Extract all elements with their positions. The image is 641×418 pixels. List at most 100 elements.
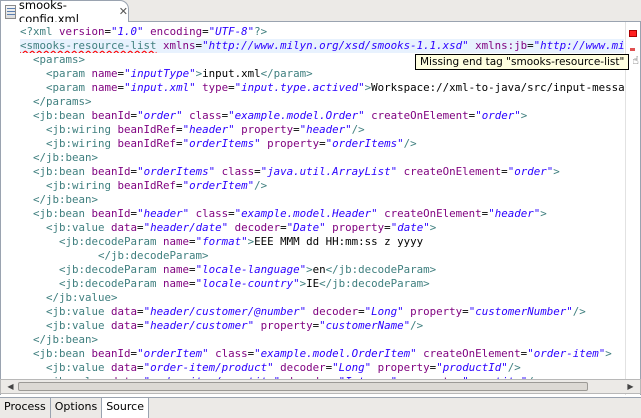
code-token: property <box>241 123 294 136</box>
code-token: "java.util.ArrayList" <box>260 165 398 178</box>
code-token: </jb:decodeParam> <box>98 249 209 262</box>
code-token: createOnElement <box>384 207 482 220</box>
error-annotation-marker[interactable] <box>630 48 635 51</box>
code-token: beanId <box>91 347 131 360</box>
code-token: decoder <box>280 361 326 374</box>
code-token: en <box>312 263 326 276</box>
code-line[interactable]: <param name="input.xml" type="input.type… <box>20 81 624 95</box>
code-line[interactable]: <jb:bean beanId="order" class="example.m… <box>20 109 624 123</box>
code-token: "header" <box>299 123 352 136</box>
code-token: </param> <box>260 67 313 80</box>
code-token: "input.xml" <box>124 81 196 94</box>
code-token: data <box>111 221 138 234</box>
tab-options[interactable]: Options <box>51 398 103 418</box>
code-line[interactable]: </jb:bean> <box>20 151 624 165</box>
code-line[interactable]: </jb:bean> <box>20 333 624 347</box>
code-token: ?> <box>254 25 268 38</box>
code-token: "header/date" <box>143 221 229 234</box>
code-line[interactable]: <jb:decodeParam name="locale-language">e… <box>20 263 624 277</box>
code-line[interactable]: </jb:bean> <box>20 193 624 207</box>
tab-process[interactable]: Process <box>0 398 51 418</box>
code-token: /> <box>351 123 365 136</box>
code-line[interactable]: <jb:bean beanId="orderItems" class="java… <box>20 165 624 179</box>
code-token: "orderItems" <box>182 137 261 150</box>
code-token: /> <box>410 319 424 332</box>
code-token: name <box>91 81 118 94</box>
code-line[interactable]: <smooks-resource-list xmlns="http://www.… <box>20 39 624 53</box>
code-token: </jb:bean> <box>33 193 99 206</box>
code-token: > <box>520 109 528 122</box>
code-line[interactable]: <jb:value data="header/customer" propert… <box>20 319 624 333</box>
code-line[interactable]: </jb:decodeParam> <box>20 249 624 263</box>
code-token: "orderItems" <box>325 137 404 150</box>
scroll-right-arrow-icon[interactable]: ▶ <box>624 381 637 392</box>
code-line[interactable]: </params> <box>20 95 624 109</box>
code-line[interactable]: <jb:value data="header/date" decoder="Da… <box>20 221 624 235</box>
code-token: > <box>605 347 612 360</box>
code-token: property <box>377 361 430 374</box>
error-marker-icon[interactable] <box>629 30 637 37</box>
code-token: /> <box>507 361 521 374</box>
code-token: <jb:wiring <box>46 137 118 150</box>
editor-tab[interactable]: smooks-config.xml ✕ <box>0 0 129 26</box>
code-token: property <box>267 137 320 150</box>
code-token: version <box>59 25 105 38</box>
code-token: "Long" <box>364 305 404 318</box>
code-line[interactable]: <jb:value data="order-item/product" deco… <box>20 361 624 375</box>
code-token: "customerNumber" <box>468 305 573 318</box>
tab-source[interactable]: Source <box>102 398 149 418</box>
code-token: class <box>221 165 255 178</box>
code-token: beanId <box>91 207 131 220</box>
close-icon[interactable]: ✕ <box>119 5 128 18</box>
code-token: input.xml <box>202 67 261 80</box>
code-token: "header" <box>182 123 235 136</box>
scrollbar-thumb[interactable] <box>18 382 588 391</box>
editor-tab-bar: smooks-config.xml ✕ <box>0 0 641 26</box>
code-token: createOnElement <box>403 165 502 178</box>
code-line[interactable]: <jb:value data="header/customer/@number"… <box>20 305 624 319</box>
code-token: data <box>111 319 138 332</box>
code-token: createOnElement <box>423 347 521 360</box>
code-line[interactable]: </jb:value> <box>20 291 624 305</box>
code-line[interactable]: <jb:decodeParam name="locale-country">IE… <box>20 277 624 291</box>
code-token: decoder <box>312 305 359 318</box>
code-token: </params> <box>33 95 92 108</box>
code-line[interactable]: <?xml version="1.0" encoding="UTF-8"?> <box>20 25 624 39</box>
code-token: > <box>429 221 437 234</box>
code-text[interactable]: <?xml version="1.0" encoding="UTF-8"?> <s… <box>20 25 624 389</box>
code-token: "Date" <box>286 221 326 234</box>
code-token: "orderItems" <box>137 165 216 178</box>
error-tooltip: Missing end tag "smooks-resource-list" <box>415 54 630 70</box>
code-token: </jb:decodeParam> <box>319 277 430 290</box>
code-token: <jb:wiring <box>46 179 118 192</box>
overview-ruler[interactable]: ☝ <box>625 22 640 395</box>
code-line[interactable]: <jb:bean beanId="orderItem" class="examp… <box>20 347 624 361</box>
code-token: "example.model.Header" <box>234 207 378 220</box>
code-token: "example.model.Order" <box>228 109 365 122</box>
code-token: "header/customer" <box>143 319 255 332</box>
code-line[interactable]: <jb:bean beanId="header" class="example.… <box>20 207 624 221</box>
code-token: /> <box>572 305 586 318</box>
source-editor[interactable]: <?xml version="1.0" encoding="UTF-8"?> <s… <box>0 22 641 395</box>
code-token: "inputType" <box>124 67 196 80</box>
code-token: class <box>189 109 222 122</box>
code-line[interactable]: <jb:wiring beanIdRef="header" property="… <box>20 123 624 137</box>
code-line[interactable]: <jb:wiring beanIdRef="orderItem"/> <box>20 179 624 193</box>
code-token: <jb:wiring <box>46 123 118 136</box>
code-line[interactable]: <jb:wiring beanIdRef="orderItems" proper… <box>20 137 624 151</box>
code-line[interactable]: <jb:decodeParam name="format">EEE MMM dd… <box>20 235 624 249</box>
scroll-left-arrow-icon[interactable]: ◀ <box>4 381 17 392</box>
code-token: <jb:value <box>46 221 112 234</box>
code-token: "order" <box>475 109 521 122</box>
horizontal-scrollbar[interactable]: ◀ ▶ <box>0 379 641 394</box>
